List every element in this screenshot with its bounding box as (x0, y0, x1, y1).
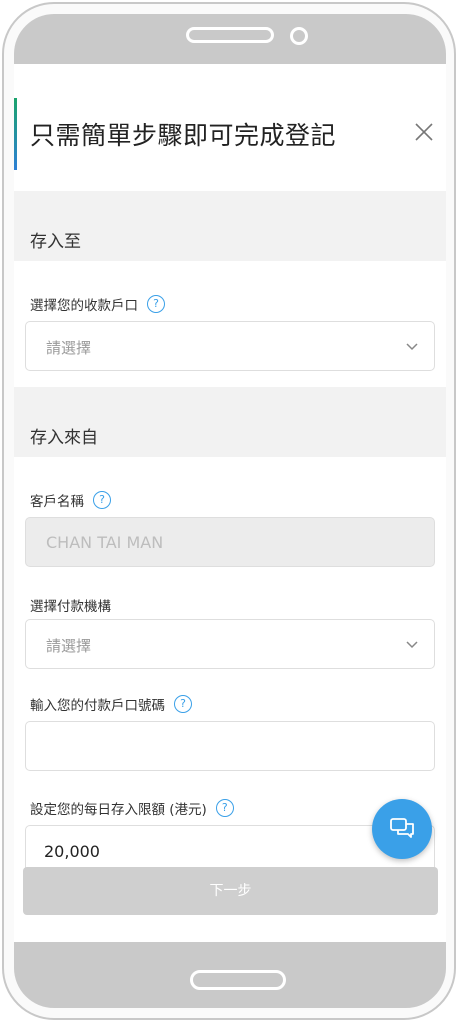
institution-label-text: 選擇付款機構 (30, 599, 111, 615)
help-icon[interactable]: ? (147, 295, 165, 313)
daily-limit-label: 設定您的每日存入限額 (港元) ? (30, 798, 234, 818)
next-step-button[interactable]: 下一步 (23, 867, 438, 915)
help-icon[interactable]: ? (93, 491, 111, 509)
payment-account-number-input[interactable] (25, 721, 435, 771)
chevron-down-icon (406, 641, 418, 649)
page-title: 只需簡單步驟即可完成登記 (30, 121, 337, 150)
payment-account-number-label-text: 輸入您的付款戶口號碼 (30, 698, 165, 714)
daily-limit-label-text: 設定您的每日存入限額 (港元) (30, 802, 207, 818)
section-deposit-from: 存入來自 (14, 387, 446, 457)
header-accent-bar (14, 98, 17, 170)
institution-select[interactable]: 請選擇 (25, 619, 435, 669)
receiving-account-label: 選擇您的收款戶口 ? (30, 294, 165, 314)
phone-speaker (186, 27, 274, 43)
institution-placeholder: 請選擇 (46, 637, 92, 655)
phone-home-button (190, 970, 286, 990)
payment-account-number-label: 輸入您的付款戶口號碼 ? (30, 694, 192, 714)
customer-name-label: 客戶名稱 ? (30, 490, 111, 510)
receiving-account-label-text: 選擇您的收款戶口 (30, 298, 138, 314)
help-icon[interactable]: ? (174, 695, 192, 713)
section-title-deposit-from: 存入來自 (30, 428, 98, 448)
institution-label: 選擇付款機構 (30, 595, 111, 615)
help-icon[interactable]: ? (215, 799, 234, 817)
page-header: 只需簡單步驟即可完成登記 (14, 98, 446, 170)
chat-icon (390, 818, 414, 838)
customer-name-value: CHAN TAI MAN (46, 533, 164, 552)
daily-limit-value: 20,000 (44, 842, 100, 861)
customer-name-field: CHAN TAI MAN (25, 517, 435, 567)
phone-camera (290, 27, 308, 45)
chat-button[interactable] (372, 799, 432, 859)
section-title-deposit-to: 存入至 (30, 232, 81, 252)
customer-name-label-text: 客戶名稱 (30, 494, 84, 510)
chevron-down-icon (406, 343, 418, 351)
receiving-account-placeholder: 請選擇 (46, 339, 92, 357)
receiving-account-select[interactable]: 請選擇 (25, 321, 435, 371)
app-screen: 只需簡單步驟即可完成登記 存入至 選擇您的收款戶口 ? 請選擇 存入來自 客戶名… (14, 64, 446, 942)
section-deposit-to: 存入至 (14, 191, 446, 261)
close-icon[interactable] (412, 120, 436, 144)
